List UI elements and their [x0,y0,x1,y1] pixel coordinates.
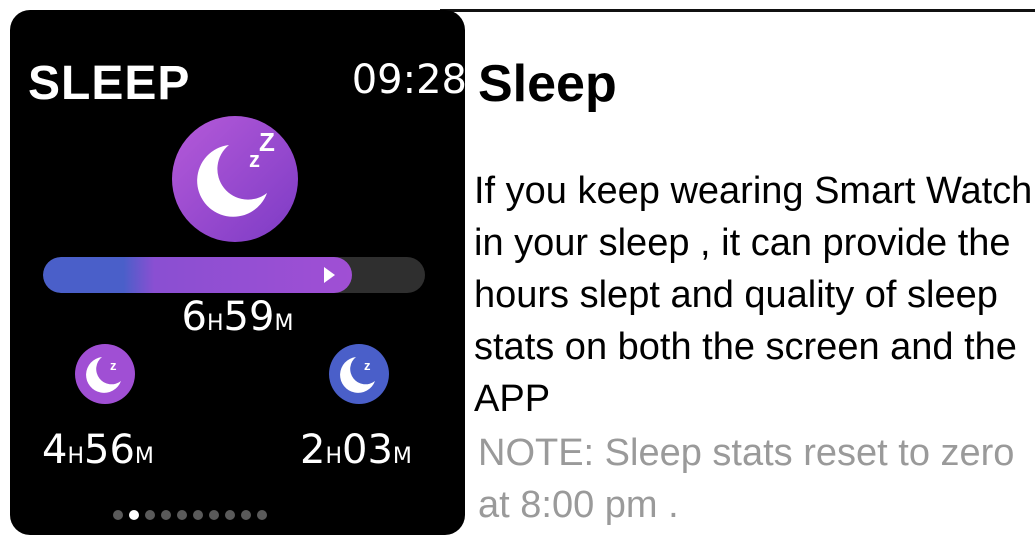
svg-text:Z: Z [259,127,275,157]
svg-text:z: z [364,358,371,373]
page-title: Sleep [478,55,617,113]
page-dot [193,510,203,520]
page-dot [225,510,235,520]
description-text: If you keep wearing Smart Watch in your … [474,170,1033,420]
deep-sleep-duration: 2H03M [300,427,412,473]
deep-sleep-moon-icon: z [329,344,389,404]
screen-title: SLEEP [28,57,191,110]
total-sleep-duration: 6H59M [181,294,294,340]
page-dot [161,510,171,520]
page-dot [145,510,155,520]
page-indicator [113,510,267,522]
play-arrow-icon [324,267,335,283]
page-dot [129,510,139,520]
note-text: NOTE: Sleep stats reset to zero at 8:00 … [478,432,1015,526]
light-sleep-duration: 4H56M [42,427,154,473]
light-sleep-moon-icon: z [75,344,135,404]
sleep-progress-fill [43,257,352,293]
svg-text:z: z [110,358,117,373]
page-dot [257,510,267,520]
page-dot [241,510,251,520]
moon-zz-icon: z Z [172,116,298,242]
sleep-progress-bar [43,257,425,293]
page-dot [177,510,187,520]
page-dot [209,510,219,520]
watch-screen: SLEEP 09:28 z Z 6H59M z z 4H56M 2H03M [10,10,465,535]
page-dot [113,510,123,520]
top-divider [440,9,1035,12]
clock-time: 09:28 [351,57,465,103]
